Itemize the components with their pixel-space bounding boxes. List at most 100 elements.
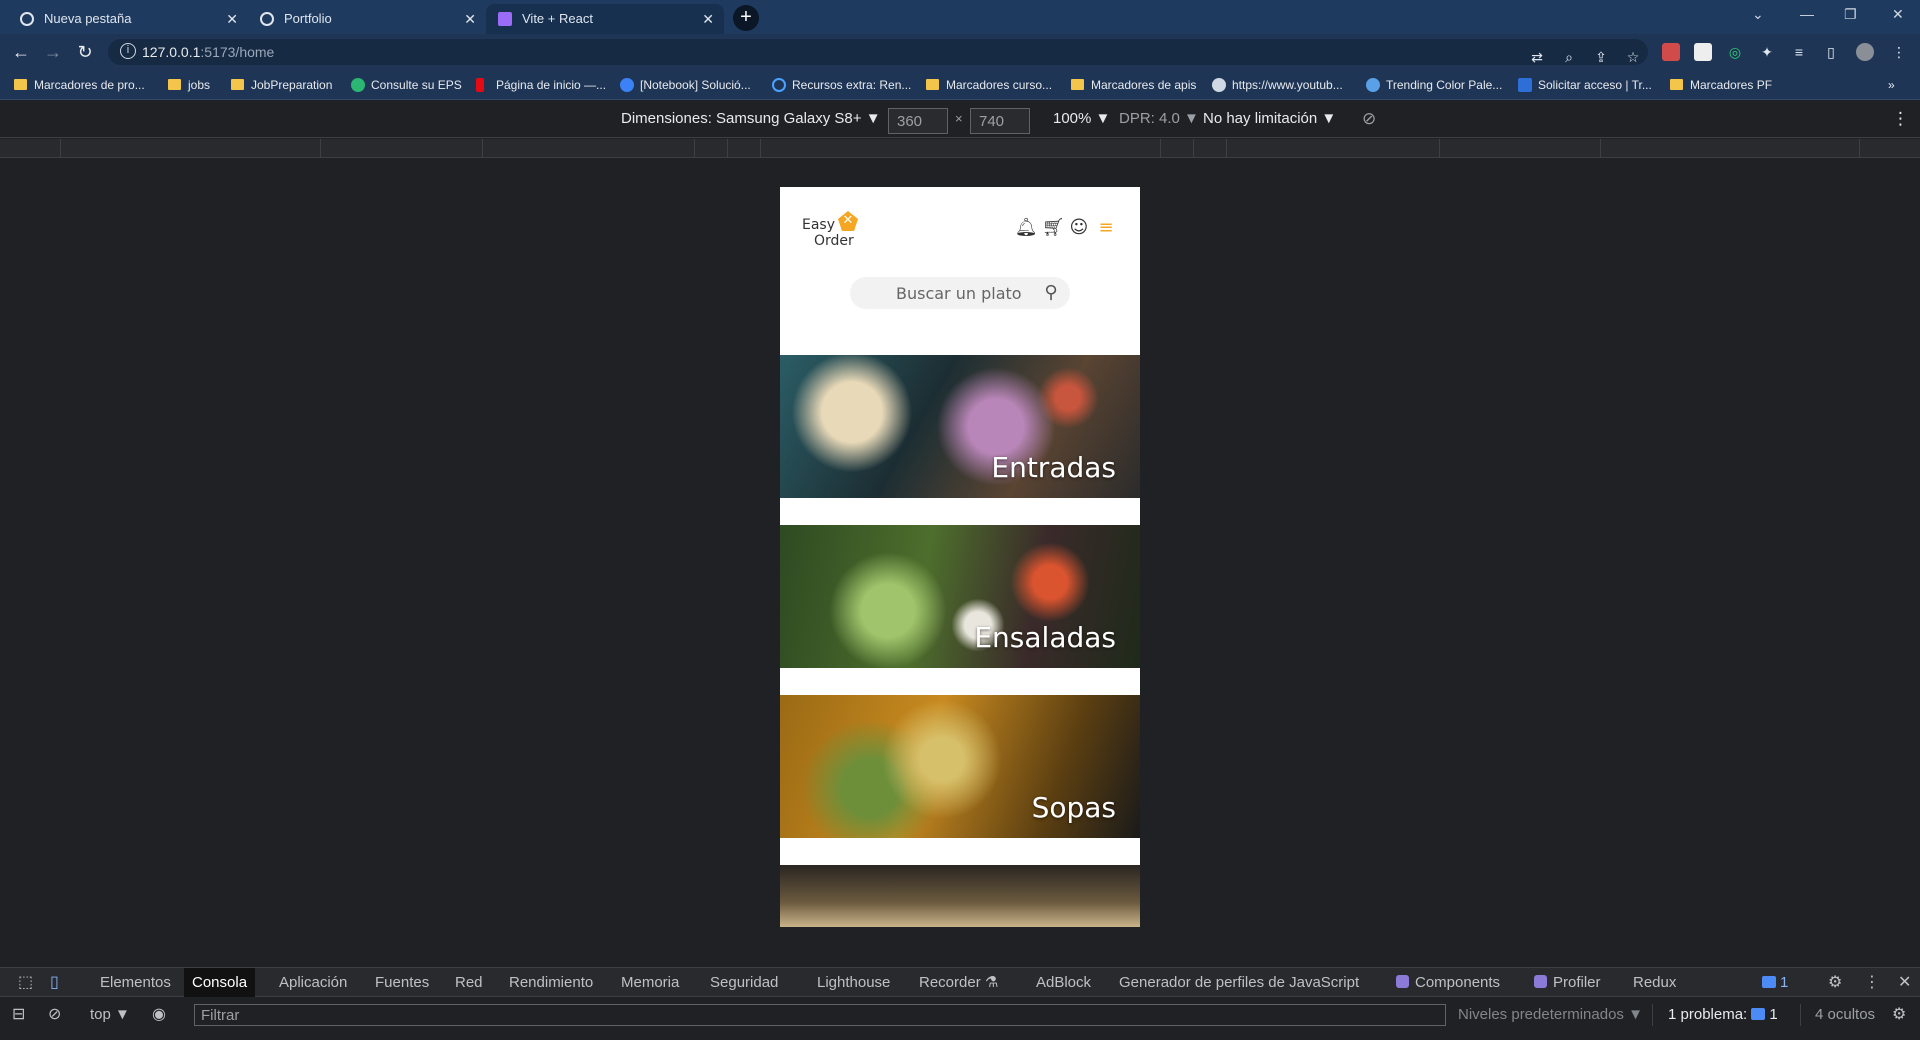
- bookmark-link[interactable]: Página de inicio —...: [476, 70, 606, 100]
- bookmark-folder[interactable]: Marcadores PF: [1670, 70, 1772, 100]
- devtools-tab[interactable]: Elementos: [92, 968, 179, 997]
- avatar[interactable]: [1856, 43, 1874, 61]
- bookmark-link[interactable]: Consulte su EPS: [351, 70, 462, 100]
- devtools-tab[interactable]: Profiler: [1526, 968, 1609, 997]
- devtools-tab[interactable]: Red: [447, 968, 491, 997]
- more-icon[interactable]: ⋮: [1890, 43, 1908, 61]
- settings-icon[interactable]: ⚙: [1820, 968, 1850, 997]
- reading-list-icon[interactable]: ≡: [1790, 43, 1808, 61]
- tab-search-icon[interactable]: ⌄: [1752, 6, 1764, 23]
- zoom-select[interactable]: 100% ▼: [1053, 100, 1110, 138]
- search-icon[interactable]: ⚲: [1040, 282, 1062, 304]
- devtools-tab[interactable]: Memoria: [613, 968, 687, 997]
- dpr-select[interactable]: DPR: 4.0 ▼: [1119, 100, 1199, 138]
- more-options-icon[interactable]: ⋮: [1892, 100, 1909, 138]
- devtools-tab[interactable]: Aplicación: [271, 968, 355, 997]
- window-close-icon[interactable]: ✕: [1892, 6, 1904, 23]
- bookmark-label: Consulte su EPS: [371, 78, 462, 92]
- inspect-icon[interactable]: ⬚: [10, 968, 41, 997]
- tab-title: Portfolio: [284, 11, 332, 26]
- filter-input[interactable]: [195, 1005, 1445, 1025]
- devtools-tab[interactable]: Components: [1388, 968, 1508, 997]
- browser-tab-active[interactable]: Vite + React ✕: [486, 4, 724, 34]
- bookmark-folder[interactable]: JobPreparation: [231, 70, 332, 100]
- back-icon[interactable]: ←: [10, 41, 32, 63]
- zoom-icon[interactable]: ⌕: [1560, 48, 1578, 66]
- device-toggle-icon[interactable]: ▯: [42, 968, 67, 997]
- minimize-icon[interactable]: —: [1800, 6, 1814, 22]
- browser-tab[interactable]: Nueva pestaña ✕: [8, 4, 248, 34]
- devtools-tab[interactable]: Generador de perfiles de JavaScript: [1111, 968, 1367, 997]
- reload-icon[interactable]: ↻: [74, 41, 96, 63]
- netflix-icon: [476, 78, 484, 92]
- browser-tab[interactable]: Portfolio ✕: [248, 4, 486, 34]
- clear-console-icon[interactable]: ⊘: [48, 998, 61, 1032]
- bookmark-link[interactable]: [Notebook] Solució...: [620, 70, 751, 100]
- levels-select[interactable]: Niveles predeterminados ▼: [1458, 998, 1643, 1032]
- forward-icon[interactable]: →: [42, 41, 64, 63]
- throttle-select[interactable]: No hay limitación ▼: [1203, 100, 1336, 138]
- devtools-tab[interactable]: Rendimiento: [501, 968, 601, 997]
- close-devtools-icon[interactable]: ✕: [1890, 968, 1919, 997]
- devtools-tab[interactable]: Recorder ⚗: [911, 968, 1006, 997]
- share-icon[interactable]: ⇪: [1592, 48, 1610, 66]
- category-card[interactable]: Ensaladas: [780, 525, 1140, 668]
- side-panel-icon[interactable]: ▯: [1822, 43, 1840, 61]
- width-input[interactable]: [888, 108, 948, 134]
- bookmark-folder[interactable]: Marcadores curso...: [926, 70, 1052, 100]
- devtools-tab[interactable]: Redux: [1625, 968, 1684, 997]
- cart-icon[interactable]: 🛒︎: [1042, 217, 1065, 239]
- category-card[interactable]: Sopas: [780, 695, 1140, 838]
- bookmark-link[interactable]: https://www.youtub...: [1212, 70, 1343, 100]
- device-select[interactable]: Dimensiones: Samsung Galaxy S8+ ▼: [621, 100, 881, 138]
- devtools-tab[interactable]: AdBlock: [1028, 968, 1099, 997]
- bookmark-folder[interactable]: Marcadores de pro...: [14, 70, 145, 100]
- devtools-tab[interactable]: Fuentes: [367, 968, 437, 997]
- height-input[interactable]: [970, 108, 1030, 134]
- eye-icon[interactable]: ◉: [152, 998, 166, 1032]
- vite-icon: [498, 12, 512, 26]
- bookmark-link[interactable]: Recursos extra: Ren...: [772, 70, 911, 100]
- more-icon[interactable]: ⋮: [1856, 968, 1888, 997]
- close-icon[interactable]: ✕: [226, 4, 238, 34]
- bookmark-link[interactable]: Trending Color Pale...: [1366, 70, 1502, 100]
- context-select[interactable]: top ▼: [90, 998, 130, 1032]
- puzzle-icon[interactable]: ✦: [1758, 43, 1776, 61]
- tab-title: Nueva pestaña: [44, 11, 132, 26]
- rotate-icon[interactable]: ⊘: [1362, 100, 1376, 138]
- bookmark-folder[interactable]: jobs: [168, 70, 210, 100]
- close-icon[interactable]: ✕: [464, 4, 476, 34]
- user-icon[interactable]: ☺: [1069, 217, 1089, 239]
- problems-button[interactable]: 1 problema: 1: [1668, 998, 1778, 1032]
- new-tab-button[interactable]: +: [733, 5, 759, 31]
- more-bookmarks-icon[interactable]: »: [1888, 70, 1895, 100]
- bookmark-label: jobs: [188, 78, 211, 92]
- category-card[interactable]: Entradas: [780, 355, 1140, 498]
- extension-icon[interactable]: [1662, 43, 1680, 61]
- category-label: Entradas: [991, 451, 1116, 484]
- extension-icon[interactable]: ◎: [1726, 43, 1744, 61]
- devtools-tab-active[interactable]: Consola: [184, 968, 256, 997]
- easy-order-logo[interactable]: Easy ✕ Order: [802, 211, 862, 251]
- react-icon: [1396, 975, 1409, 988]
- translate-icon[interactable]: ⇄: [1528, 48, 1546, 66]
- close-icon[interactable]: ✕: [702, 4, 714, 34]
- console-settings-icon[interactable]: ⚙: [1892, 998, 1906, 1032]
- bookmark-folder[interactable]: Marcadores de apis: [1071, 70, 1196, 100]
- hamburger-menu-icon[interactable]: ≡: [1096, 217, 1116, 239]
- address-bar[interactable]: i 127.0.0.1:5173/home ⇄ ⌕ ⇪ ☆: [108, 39, 1648, 65]
- category-card[interactable]: [780, 865, 1140, 927]
- bell-icon[interactable]: 🔔︎: [1015, 217, 1038, 239]
- bookmark-label: Recursos extra: Ren...: [792, 78, 912, 92]
- extension-icon[interactable]: [1694, 43, 1712, 61]
- issues-badge[interactable]: 1: [1754, 968, 1796, 997]
- search-input[interactable]: [850, 277, 1050, 309]
- bookmark-link[interactable]: Solicitar acceso | Tr...: [1518, 70, 1652, 100]
- bookmark-label: Solicitar acceso | Tr...: [1538, 78, 1652, 92]
- sidebar-toggle-icon[interactable]: ⊟: [12, 998, 25, 1032]
- devtools-tab[interactable]: Seguridad: [702, 968, 786, 997]
- bookmark-star-icon[interactable]: ☆: [1624, 48, 1642, 66]
- restore-icon[interactable]: ❐: [1844, 6, 1857, 23]
- site-info-icon[interactable]: i: [120, 43, 136, 59]
- devtools-tab[interactable]: Lighthouse: [809, 968, 898, 997]
